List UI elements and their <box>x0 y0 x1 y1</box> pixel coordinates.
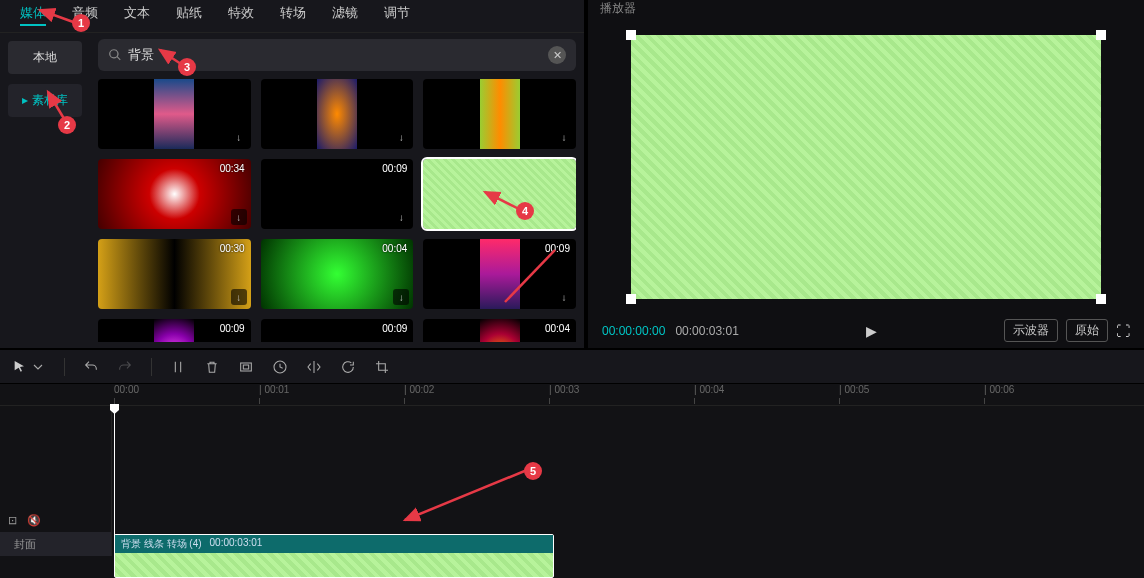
svg-line-7 <box>505 250 555 302</box>
svg-line-6 <box>485 192 523 211</box>
svg-line-8 <box>405 470 527 520</box>
svg-line-3 <box>40 10 76 23</box>
svg-line-4 <box>48 92 66 122</box>
svg-line-5 <box>160 50 184 66</box>
